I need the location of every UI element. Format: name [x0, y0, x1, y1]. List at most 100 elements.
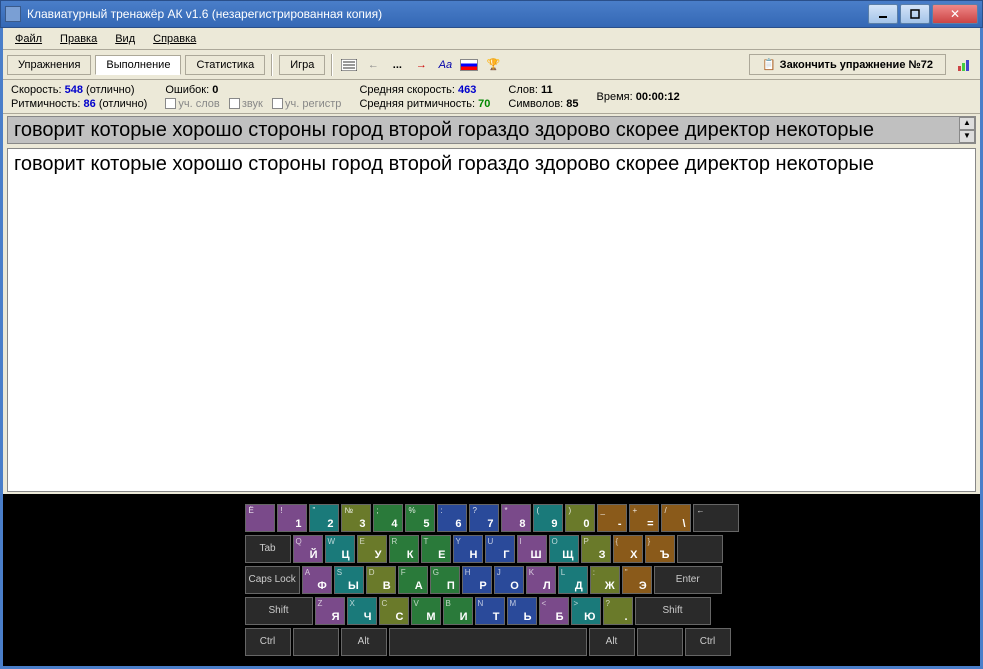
toolbar: Упражнения Выполнение Статистика Игра ← …	[3, 50, 980, 80]
key-\[interactable]: /\	[661, 504, 691, 532]
key-ж[interactable]: :Ж	[590, 566, 620, 594]
key-shift[interactable]: Shift	[245, 597, 313, 625]
tab-game[interactable]: Игра	[279, 55, 325, 75]
chars-value: 85	[566, 98, 578, 110]
key-д[interactable]: LД	[558, 566, 588, 594]
key-е[interactable]: TЕ	[421, 535, 451, 563]
key-г[interactable]: UГ	[485, 535, 515, 563]
key-[interactable]	[637, 628, 683, 656]
words-label: Слов:	[508, 84, 538, 96]
key-8[interactable]: *8	[501, 504, 531, 532]
key-о[interactable]: JО	[494, 566, 524, 594]
time-value: 00:00:12	[636, 91, 680, 103]
key-т[interactable]: NТ	[475, 597, 505, 625]
prev-arrow-icon[interactable]: ←	[363, 55, 383, 75]
tab-statistics[interactable]: Статистика	[185, 55, 265, 75]
chk-sound[interactable]	[229, 98, 240, 109]
key-в[interactable]: DВ	[366, 566, 396, 594]
key-з[interactable]: PЗ	[581, 535, 611, 563]
tab-execution[interactable]: Выполнение	[95, 55, 181, 75]
key-[interactable]	[677, 535, 723, 563]
key-а[interactable]: FА	[398, 566, 428, 594]
cup-icon[interactable]: 🏆	[483, 55, 503, 75]
key-ю[interactable]: >Ю	[571, 597, 601, 625]
key-ц[interactable]: WЦ	[325, 535, 355, 563]
avg-rhythm-label: Средняя ритмичность:	[359, 98, 475, 110]
key-shift[interactable]: Shift	[635, 597, 711, 625]
key-ы[interactable]: SЫ	[334, 566, 364, 594]
key-ё[interactable]: Ё	[245, 504, 275, 532]
key-с[interactable]: CС	[379, 597, 409, 625]
key-.[interactable]: ?.	[603, 597, 633, 625]
menu-file[interactable]: Файл	[7, 31, 50, 47]
key-м[interactable]: VМ	[411, 597, 441, 625]
key-space[interactable]	[389, 628, 587, 656]
key-9[interactable]: (9	[533, 504, 563, 532]
key-6[interactable]: :6	[437, 504, 467, 532]
key-5[interactable]: %5	[405, 504, 435, 532]
key-ш[interactable]: IШ	[517, 535, 547, 563]
key-э[interactable]: "Э	[622, 566, 652, 594]
key-ъ[interactable]: }Ъ	[645, 535, 675, 563]
menu-view[interactable]: Вид	[107, 31, 143, 47]
key-[interactable]	[293, 628, 339, 656]
dots-button[interactable]: ...	[387, 55, 407, 75]
key-0[interactable]: )0	[565, 504, 595, 532]
speed-note: (отлично)	[86, 84, 135, 96]
key-ctrl[interactable]: Ctrl	[245, 628, 291, 656]
key-tab[interactable]: Tab	[245, 535, 291, 563]
font-button[interactable]: Aa	[435, 55, 455, 75]
keyboard-icon[interactable]	[339, 55, 359, 75]
key-й[interactable]: QЙ	[293, 535, 323, 563]
key-enter[interactable]: Enter	[654, 566, 722, 594]
key-←[interactable]: ←	[693, 504, 739, 532]
key-1[interactable]: !1	[277, 504, 307, 532]
key-к[interactable]: RК	[389, 535, 419, 563]
finish-icon: 📋	[762, 58, 776, 71]
tab-exercises[interactable]: Упражнения	[7, 55, 91, 75]
key-у[interactable]: EУ	[357, 535, 387, 563]
chk-case[interactable]	[272, 98, 283, 109]
key-л[interactable]: KЛ	[526, 566, 556, 594]
key-alt[interactable]: Alt	[341, 628, 387, 656]
key-и[interactable]: BИ	[443, 597, 473, 625]
menubar: Файл Правка Вид Справка	[3, 28, 980, 50]
key-4[interactable]: ;4	[373, 504, 403, 532]
app-icon	[5, 6, 21, 22]
key-я[interactable]: ZЯ	[315, 597, 345, 625]
key-ф[interactable]: AФ	[302, 566, 332, 594]
key-х[interactable]: {Х	[613, 535, 643, 563]
chart-icon[interactable]	[956, 57, 976, 73]
rhythm-note: (отлично)	[99, 98, 148, 110]
key-7[interactable]: ?7	[469, 504, 499, 532]
stats-bar: Скорость: 548 (отлично) Ритмичность: 86 …	[3, 80, 980, 114]
key-щ[interactable]: OЩ	[549, 535, 579, 563]
key-ч[interactable]: XЧ	[347, 597, 377, 625]
key-ь[interactable]: MЬ	[507, 597, 537, 625]
menu-help[interactable]: Справка	[145, 31, 204, 47]
flag-icon[interactable]	[459, 55, 479, 75]
chk-words[interactable]	[165, 98, 176, 109]
minimize-button[interactable]	[868, 4, 898, 24]
key-б[interactable]: <Б	[539, 597, 569, 625]
key-п[interactable]: GП	[430, 566, 460, 594]
typing-area[interactable]: говорит которые хорошо стороны город вто…	[7, 148, 976, 492]
key-2[interactable]: "2	[309, 504, 339, 532]
keyboard-panel: Ё!1"2№3;4%5:6?7*8(9)0_-+=/\← TabQЙWЦEУRКT…	[3, 494, 980, 666]
maximize-button[interactable]	[900, 4, 930, 24]
key-alt[interactable]: Alt	[589, 628, 635, 656]
key-capslock[interactable]: Caps Lock	[245, 566, 300, 594]
next-arrow-icon[interactable]: →	[411, 55, 431, 75]
key-3[interactable]: №3	[341, 504, 371, 532]
scroll-up-icon[interactable]: ▲	[959, 117, 975, 130]
key-н[interactable]: YН	[453, 535, 483, 563]
key--[interactable]: _-	[597, 504, 627, 532]
rhythm-value: 86	[84, 98, 96, 110]
key-=[interactable]: +=	[629, 504, 659, 532]
key-р[interactable]: HР	[462, 566, 492, 594]
finish-exercise-button[interactable]: 📋 Закончить упражнение №72	[749, 54, 946, 75]
key-ctrl[interactable]: Ctrl	[685, 628, 731, 656]
close-button[interactable]: ✕	[932, 4, 978, 24]
menu-edit[interactable]: Правка	[52, 31, 105, 47]
scroll-down-icon[interactable]: ▼	[959, 130, 975, 143]
